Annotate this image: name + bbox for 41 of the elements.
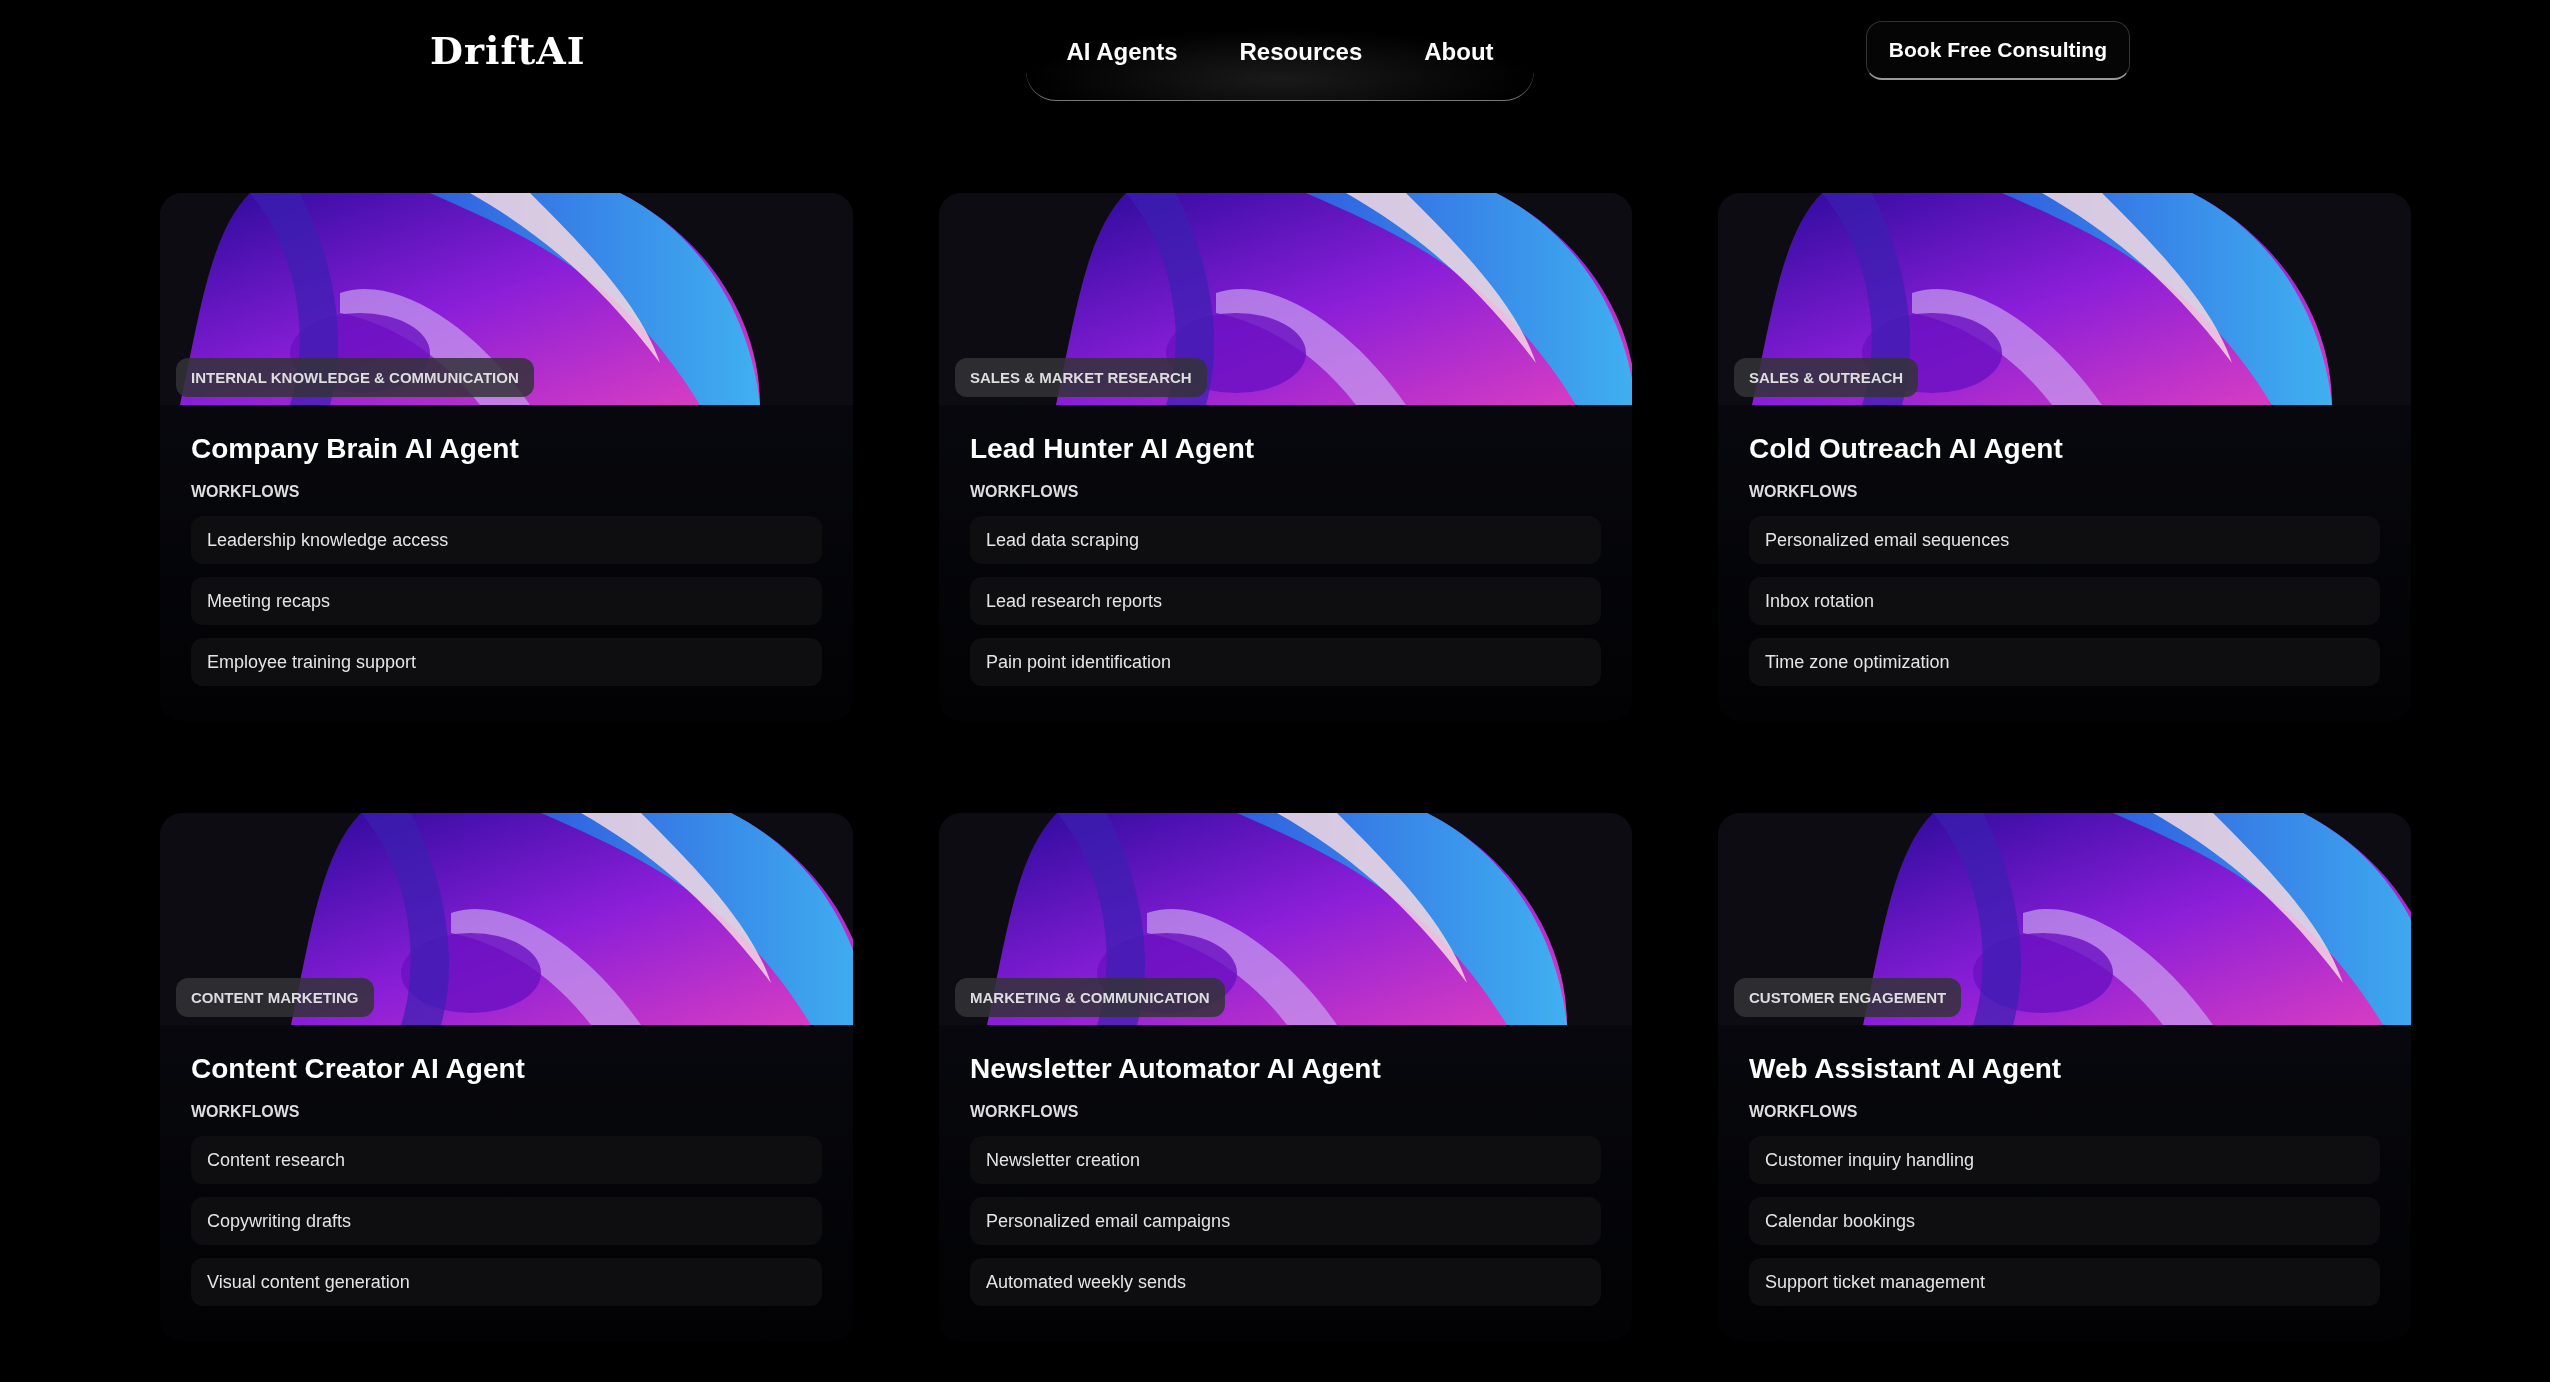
agent-title: Newsletter Automator AI Agent — [970, 1053, 1382, 1085]
category-tag: SALES & OUTREACH — [1734, 358, 1919, 397]
nav-link[interactable]: AI Agents — [1066, 38, 1178, 66]
workflows-heading: WORKFLOWS — [191, 483, 301, 501]
workflow-item: Newsletter creation — [970, 1136, 1601, 1184]
logo[interactable]: DriftAI — [430, 28, 586, 73]
agent-title: Content Creator AI Agent — [191, 1053, 526, 1085]
agent-title: Web Assistant AI Agent — [1749, 1053, 2063, 1085]
workflow-item: Personalized email sequences — [1749, 516, 2380, 564]
workflow-item: Employee training support — [191, 638, 822, 686]
workflow-item: Calendar bookings — [1749, 1197, 2380, 1245]
consulting-button[interactable]: Book Free Consulting — [1865, 21, 2130, 80]
workflows-heading: WORKFLOWS — [1749, 483, 1859, 501]
workflow-item: Time zone optimization — [1749, 638, 2380, 686]
workflow-item: Visual content generation — [191, 1258, 822, 1306]
agent-title: Company Brain AI Agent — [191, 433, 520, 465]
category-tag: CUSTOMER ENGAGEMENT — [1734, 978, 1962, 1017]
workflow-item: Lead research reports — [970, 577, 1601, 625]
workflow-item: Meeting recaps — [191, 577, 822, 625]
category-tag: SALES & MARKET RESEARCH — [955, 358, 1207, 397]
agent-title: Lead Hunter AI Agent — [970, 433, 1256, 465]
workflow-item: Leadership knowledge access — [191, 516, 822, 564]
nav-link[interactable]: About — [1424, 38, 1494, 66]
workflow-item: Pain point identification — [970, 638, 1601, 686]
nav-link[interactable]: Resources — [1239, 38, 1363, 66]
workflow-item: Copywriting drafts — [191, 1197, 822, 1245]
workflow-item: Content research — [191, 1136, 822, 1184]
category-tag: CONTENT MARKETING — [176, 978, 374, 1017]
workflow-item: Customer inquiry handling — [1749, 1136, 2380, 1184]
workflow-item: Support ticket management — [1749, 1258, 2380, 1306]
workflow-item: Inbox rotation — [1749, 577, 2380, 625]
workflow-item: Lead data scraping — [970, 516, 1601, 564]
workflows-heading: WORKFLOWS — [970, 483, 1080, 501]
workflows-heading: WORKFLOWS — [1749, 1103, 1859, 1121]
workflow-item: Personalized email campaigns — [970, 1197, 1601, 1245]
workflow-item: Automated weekly sends — [970, 1258, 1601, 1306]
workflows-heading: WORKFLOWS — [191, 1103, 301, 1121]
workflows-heading: WORKFLOWS — [970, 1103, 1080, 1121]
agent-title: Cold Outreach AI Agent — [1749, 433, 2064, 465]
category-tag: MARKETING & COMMUNICATION — [955, 978, 1225, 1017]
category-tag: INTERNAL KNOWLEDGE & COMMUNICATION — [176, 358, 534, 397]
